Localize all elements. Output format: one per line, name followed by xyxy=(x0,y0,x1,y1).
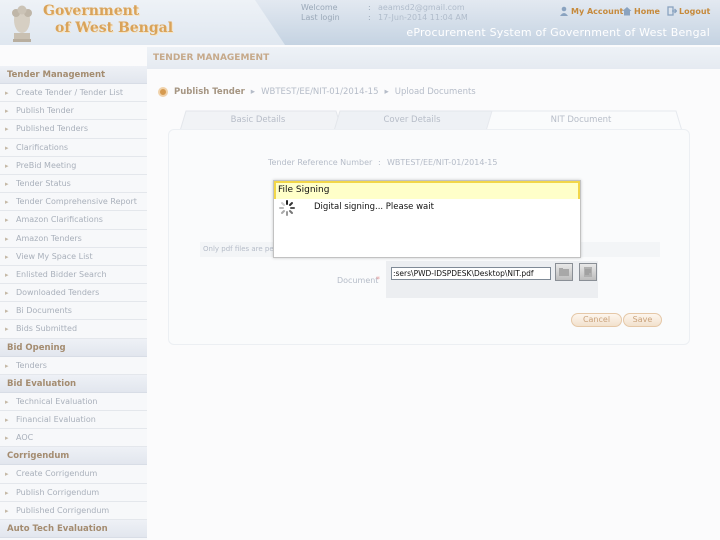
sidebar-heading-auto-tech-evaluation: Auto Tech Evaluation xyxy=(0,519,147,538)
tender-ref-value: WBTEST/EE/NIT-01/2014-15 xyxy=(387,158,498,167)
document-file-input[interactable]: :sers\PWD-IDSPDESK\Desktop\NIT.pdf xyxy=(391,267,551,280)
page-header: Government of West Bengal Welcome : aeam… xyxy=(0,0,720,45)
dialog-message: Digital signing... Please wait xyxy=(314,202,434,212)
sidebar-item-prebid-meeting[interactable]: PreBid Meeting xyxy=(0,157,147,175)
last-login-value: 17-Jun-2014 11:04 AM xyxy=(378,13,468,22)
breadcrumb-bullet-icon xyxy=(158,87,168,97)
sidebar: Tender Management Create Tender / Tender… xyxy=(0,66,147,540)
my-account-label: My Account xyxy=(571,6,624,16)
welcome-sep: : xyxy=(368,3,371,12)
welcome-label: Welcome xyxy=(301,3,338,12)
sign-button[interactable] xyxy=(579,263,597,281)
last-login-sep: : xyxy=(368,13,371,22)
sidebar-item-amazon-tenders[interactable]: Amazon Tenders xyxy=(0,230,147,248)
breadcrumb-tender-ref[interactable]: WBTEST/EE/NIT-01/2014-15 xyxy=(261,87,378,97)
sidebar-heading-bid-opening: Bid Opening xyxy=(0,338,147,357)
sidebar-item-clarifications[interactable]: Clarifications xyxy=(0,139,147,157)
app-title: eProcurement System of Government of Wes… xyxy=(406,26,710,39)
save-button[interactable]: Save xyxy=(623,313,662,327)
sidebar-heading-bid-evaluation: Bid Evaluation xyxy=(0,374,147,393)
folder-icon xyxy=(559,268,569,276)
sidebar-item-bi-documents[interactable]: Bi Documents xyxy=(0,302,147,321)
tab-nit-document[interactable]: NIT Document xyxy=(496,111,666,130)
sidebar-item-technical-evaluation[interactable]: Technical Evaluation xyxy=(0,393,147,411)
gov-title-line1: Government xyxy=(43,3,140,19)
logout-label: Logout xyxy=(679,6,711,16)
sidebar-item-published-tenders[interactable]: Published Tenders xyxy=(0,120,147,139)
government-title: Government of West Bengal xyxy=(43,3,173,37)
only-pdf-note: Only pdf files are pe xyxy=(203,245,274,253)
home-label: Home xyxy=(634,6,660,16)
logout-link[interactable]: Logout xyxy=(667,6,710,16)
breadcrumb-publish-tender[interactable]: Publish Tender xyxy=(174,87,245,97)
sidebar-item-my-space-list[interactable]: View My Space List xyxy=(0,248,147,266)
tender-ref-label: Tender Reference Number xyxy=(268,158,373,167)
document-icon xyxy=(584,267,592,277)
breadcrumb-upload-documents: Upload Documents xyxy=(394,87,476,97)
tab-cover-details[interactable]: Cover Details xyxy=(344,111,480,130)
sidebar-item-publish-corrigendum[interactable]: Publish Corrigendum xyxy=(0,484,147,502)
user-icon xyxy=(560,6,568,16)
sidebar-item-comprehensive-report[interactable]: Tender Comprehensive Report xyxy=(0,193,147,212)
logout-icon xyxy=(667,6,677,16)
sidebar-heading-tender-management: Tender Management xyxy=(0,66,147,84)
sidebar-item-financial-evaluation[interactable]: Financial Evaluation xyxy=(0,411,147,430)
cancel-button[interactable]: Cancel xyxy=(571,313,622,327)
dialog-title: File Signing xyxy=(274,181,580,199)
sidebar-item-bids-submitted[interactable]: Bids Submitted xyxy=(0,320,147,339)
sidebar-item-tenders[interactable]: Tenders xyxy=(0,357,147,375)
page-title: TENDER MANAGEMENT xyxy=(147,47,720,69)
tender-ref-sep: : xyxy=(378,158,381,167)
required-marker: * xyxy=(376,275,380,284)
document-label: Document xyxy=(337,276,379,285)
sidebar-item-bidder-search[interactable]: Enlisted Bidder Search xyxy=(0,266,147,285)
home-icon xyxy=(622,7,632,16)
breadcrumb-arrow-icon: ▸ xyxy=(384,87,389,97)
sidebar-item-published-corrigendum[interactable]: Published Corrigendum xyxy=(0,502,147,520)
sidebar-item-create-tender[interactable]: Create Tender / Tender List xyxy=(0,84,147,103)
sidebar-item-aoc[interactable]: AOC xyxy=(0,429,147,448)
sidebar-item-tender-status[interactable]: Tender Status xyxy=(0,175,147,194)
loading-spinner-icon xyxy=(279,200,295,216)
sidebar-item-downloaded-tenders[interactable]: Downloaded Tenders xyxy=(0,284,147,303)
tab-basic-details[interactable]: Basic Details xyxy=(190,111,326,130)
sidebar-item-publish-tender[interactable]: Publish Tender xyxy=(0,102,147,121)
my-account-link[interactable]: My Account xyxy=(559,6,623,16)
state-emblem-icon xyxy=(12,5,32,42)
home-link[interactable]: Home xyxy=(622,6,660,16)
sidebar-heading-corrigendum: Corrigendum xyxy=(0,447,147,466)
breadcrumb: Publish Tender ▸ WBTEST/EE/NIT-01/2014-1… xyxy=(158,87,476,97)
browse-button[interactable] xyxy=(555,263,573,281)
gov-title-line2: of West Bengal xyxy=(55,20,174,36)
last-login-label: Last login xyxy=(301,13,340,22)
sidebar-item-amazon-clarifications[interactable]: Amazon Clarifications xyxy=(0,211,147,230)
breadcrumb-arrow-icon: ▸ xyxy=(250,87,256,97)
sidebar-item-create-corrigendum[interactable]: Create Corrigendum xyxy=(0,465,147,484)
welcome-email: aeamsd2@gmail.com xyxy=(378,3,465,12)
file-signing-dialog: File Signing Digital signing... Please w… xyxy=(273,180,581,258)
